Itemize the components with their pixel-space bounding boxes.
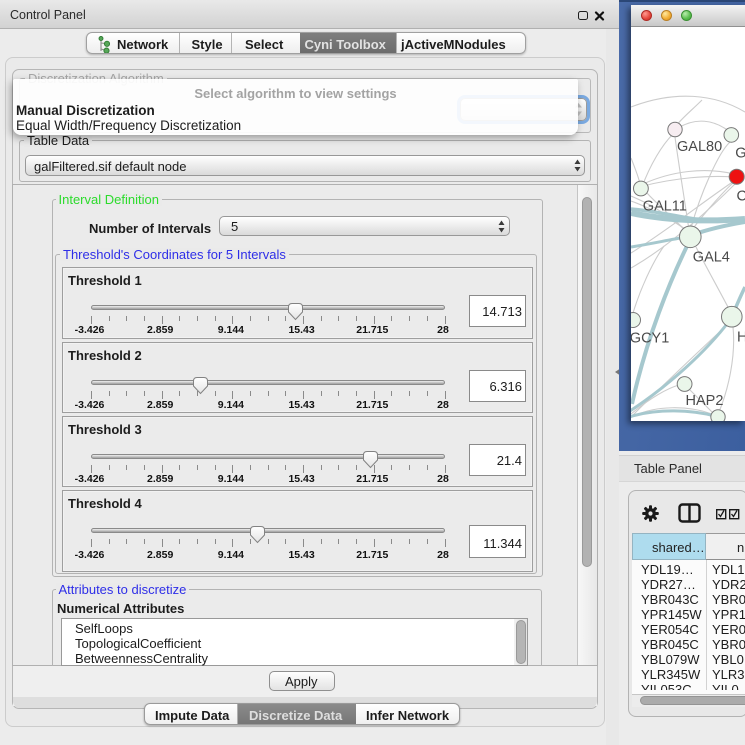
svg-text:CDC6: CDC6 [737, 189, 745, 205]
svg-text:HIS7: HIS7 [737, 330, 745, 346]
svg-text:GCY1: GCY1 [631, 331, 669, 347]
svg-text:GAL80: GAL80 [677, 139, 722, 155]
svg-text:GAL4: GAL4 [693, 250, 730, 266]
svg-text:GAL3: GAL3 [735, 146, 745, 162]
svg-text:GAL11: GAL11 [643, 199, 687, 215]
svg-text:HAP2: HAP2 [686, 393, 724, 409]
